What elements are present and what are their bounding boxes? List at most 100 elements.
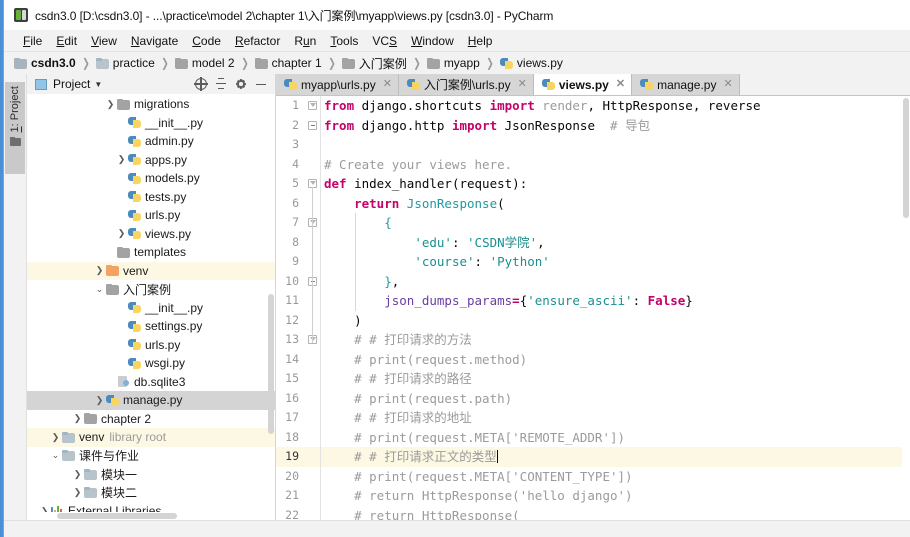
chevron-right-icon[interactable]: ❯ — [115, 137, 128, 146]
project-tree-vscrollbar[interactable] — [268, 294, 274, 434]
breadcrumb-item-practice[interactable]: practice — [95, 56, 155, 70]
tree-row[interactable]: ❯ views.py — [27, 225, 275, 244]
close-icon[interactable]: ✕ — [616, 79, 625, 90]
tree-row[interactable]: ❯ settings.py — [27, 317, 275, 336]
menu-item-file[interactable]: File — [16, 32, 49, 50]
python-file-icon — [128, 153, 141, 166]
menu-item-view[interactable]: View — [84, 32, 124, 50]
chevron-right-icon[interactable]: ❯ — [104, 248, 117, 257]
tree-row[interactable]: ❯ wsgi.py — [27, 354, 275, 373]
project-tree-hscrollbar-track[interactable] — [27, 512, 275, 520]
editor-tab-manage.py[interactable]: manage.py ✕ — [632, 74, 740, 95]
tree-row[interactable]: ❯ urls.py — [27, 206, 275, 225]
tree-row[interactable]: ❯ __init__.py — [27, 299, 275, 318]
chevron-right-icon[interactable]: ❯ — [71, 414, 84, 423]
editor-body[interactable]: 123456789101112131415161718192021222324 … — [276, 96, 910, 520]
tree-row[interactable]: ❯ db.sqlite3 — [27, 373, 275, 392]
gear-icon[interactable] — [235, 78, 247, 90]
tree-row[interactable]: ❯ __init__.py — [27, 114, 275, 133]
breadcrumb-item-csdn3.0[interactable]: csdn3.0 — [14, 56, 76, 70]
tree-row[interactable]: ❯ models.py — [27, 169, 275, 188]
tree-row[interactable]: ❯ chapter 2 — [27, 410, 275, 429]
tree-row[interactable]: ❯ tests.py — [27, 188, 275, 207]
chevron-right-icon[interactable]: ❯ — [115, 359, 128, 368]
chevron-right-icon[interactable]: ❯ — [93, 266, 106, 275]
chevron-right-icon[interactable]: ❯ — [71, 488, 84, 497]
tree-row[interactable]: ⌄ 入门案例 — [27, 280, 275, 299]
tree-row[interactable]: ❯ admin.py — [27, 132, 275, 151]
tree-row-label: templates — [134, 245, 187, 260]
tree-row-label: 课件与作业 — [79, 449, 140, 464]
close-icon[interactable]: ✕ — [518, 79, 527, 90]
editor-tab-views.py[interactable]: views.py ✕ — [533, 74, 633, 95]
tree-row[interactable]: ❯ migrations — [27, 95, 275, 114]
fold-column[interactable] — [304, 96, 320, 520]
chevron-down-icon[interactable]: ⌄ — [49, 451, 62, 460]
menu-item-code[interactable]: Code — [185, 32, 228, 50]
chevron-right-icon[interactable]: ❯ — [104, 377, 117, 386]
editor-gutter[interactable]: 123456789101112131415161718192021222324 — [276, 96, 304, 520]
tree-row[interactable]: ❯ venv — [27, 261, 275, 280]
menu-item-vcs[interactable]: VCS — [365, 32, 404, 50]
code-token: request — [459, 176, 513, 191]
tool-button-project[interactable]: 1: Project — [5, 82, 25, 174]
breadcrumb-item-views.py[interactable]: views.py — [499, 56, 563, 70]
chevron-down-icon[interactable]: ⌄ — [93, 284, 106, 294]
chevron-right-icon[interactable]: ❯ — [115, 322, 128, 331]
chevron-down-icon[interactable]: ▼ — [94, 80, 102, 89]
tree-row[interactable]: ⌄ 课件与作业 — [27, 447, 275, 466]
code-token: # return HttpResponse('hello django') — [324, 488, 633, 503]
fold-collapse-icon[interactable] — [308, 120, 317, 130]
minimize-icon[interactable] — [255, 78, 267, 90]
tree-row[interactable]: ❯ templates — [27, 243, 275, 262]
chevron-right-icon[interactable]: ❯ — [115, 174, 128, 183]
code-column[interactable]: from django.shortcuts import render, Htt… — [320, 96, 910, 520]
fold-region-icon[interactable] — [308, 101, 317, 110]
chevron-right-icon[interactable]: ❯ — [115, 211, 128, 220]
chevron-right-icon[interactable]: ❯ — [115, 192, 128, 201]
tree-row[interactable]: ❯ External Libraries — [27, 502, 275, 512]
collapse-all-icon[interactable] — [215, 78, 227, 90]
menu-item-navigate[interactable]: Navigate — [124, 32, 185, 50]
code-token: django — [361, 98, 407, 113]
menu-item-help[interactable]: Help — [461, 32, 500, 50]
project-panel-header: Project ▼ — [27, 74, 275, 94]
chevron-right-icon[interactable]: ❯ — [115, 118, 128, 127]
close-icon[interactable]: ✕ — [383, 79, 392, 90]
chevron-right-icon[interactable]: ❯ — [115, 229, 128, 238]
chevron-right-icon[interactable]: ❯ — [104, 99, 117, 109]
editor-tab-入门案例-urls.py[interactable]: 入门案例\urls.py ✕ — [398, 74, 534, 95]
code-token: def — [324, 176, 355, 191]
menu-item-refactor[interactable]: Refactor — [228, 32, 287, 50]
menu-item-run[interactable]: Run — [287, 32, 323, 50]
tree-row[interactable]: ❯ manage.py — [27, 391, 275, 410]
locate-icon[interactable] — [194, 77, 208, 91]
code-token: import — [451, 117, 505, 133]
folder-icon — [341, 57, 355, 69]
breadcrumb-item-chapter 1[interactable]: chapter 1 — [254, 56, 322, 70]
menu-item-window[interactable]: Window — [404, 32, 461, 50]
chevron-right-icon[interactable]: ❯ — [49, 432, 62, 442]
breadcrumb-item-入门案例[interactable]: 入门案例 — [341, 55, 407, 72]
code-token: # Create your views here. — [324, 156, 513, 172]
text-caret — [496, 450, 499, 463]
chevron-right-icon[interactable]: ❯ — [115, 340, 128, 349]
chevron-right-icon[interactable]: ❯ — [115, 155, 128, 164]
tree-row[interactable]: ❯ 模块一 — [27, 465, 275, 484]
tree-row[interactable]: ❯ 模块二 — [27, 484, 275, 503]
chevron-right-icon[interactable]: ❯ — [93, 395, 106, 405]
tree-row[interactable]: ❯ urls.py — [27, 336, 275, 355]
menu-item-tools[interactable]: Tools — [323, 32, 365, 50]
close-icon[interactable]: ✕ — [723, 79, 732, 90]
window-title: csdn3.0 [D:\csdn3.0] - ...\practice\mode… — [35, 8, 554, 23]
chevron-right-icon[interactable]: ❯ — [71, 469, 84, 479]
breadcrumb-item-model 2[interactable]: model 2 — [174, 56, 235, 70]
project-tree[interactable]: ❯ migrations ❯ __init__.py ❯ admin.py ❯ apps.py… — [27, 94, 275, 512]
breadcrumb-item-myapp[interactable]: myapp — [426, 56, 480, 70]
editor-tab-myapp-urls.py[interactable]: myapp\urls.py ✕ — [276, 74, 399, 95]
chevron-right-icon[interactable]: ❯ — [115, 303, 128, 312]
project-tree-hscrollbar-thumb[interactable] — [57, 513, 177, 519]
menu-item-edit[interactable]: Edit — [49, 32, 84, 50]
tree-row[interactable]: ❯ apps.py — [27, 151, 275, 170]
tree-row[interactable]: ❯ venv library root — [27, 428, 275, 447]
